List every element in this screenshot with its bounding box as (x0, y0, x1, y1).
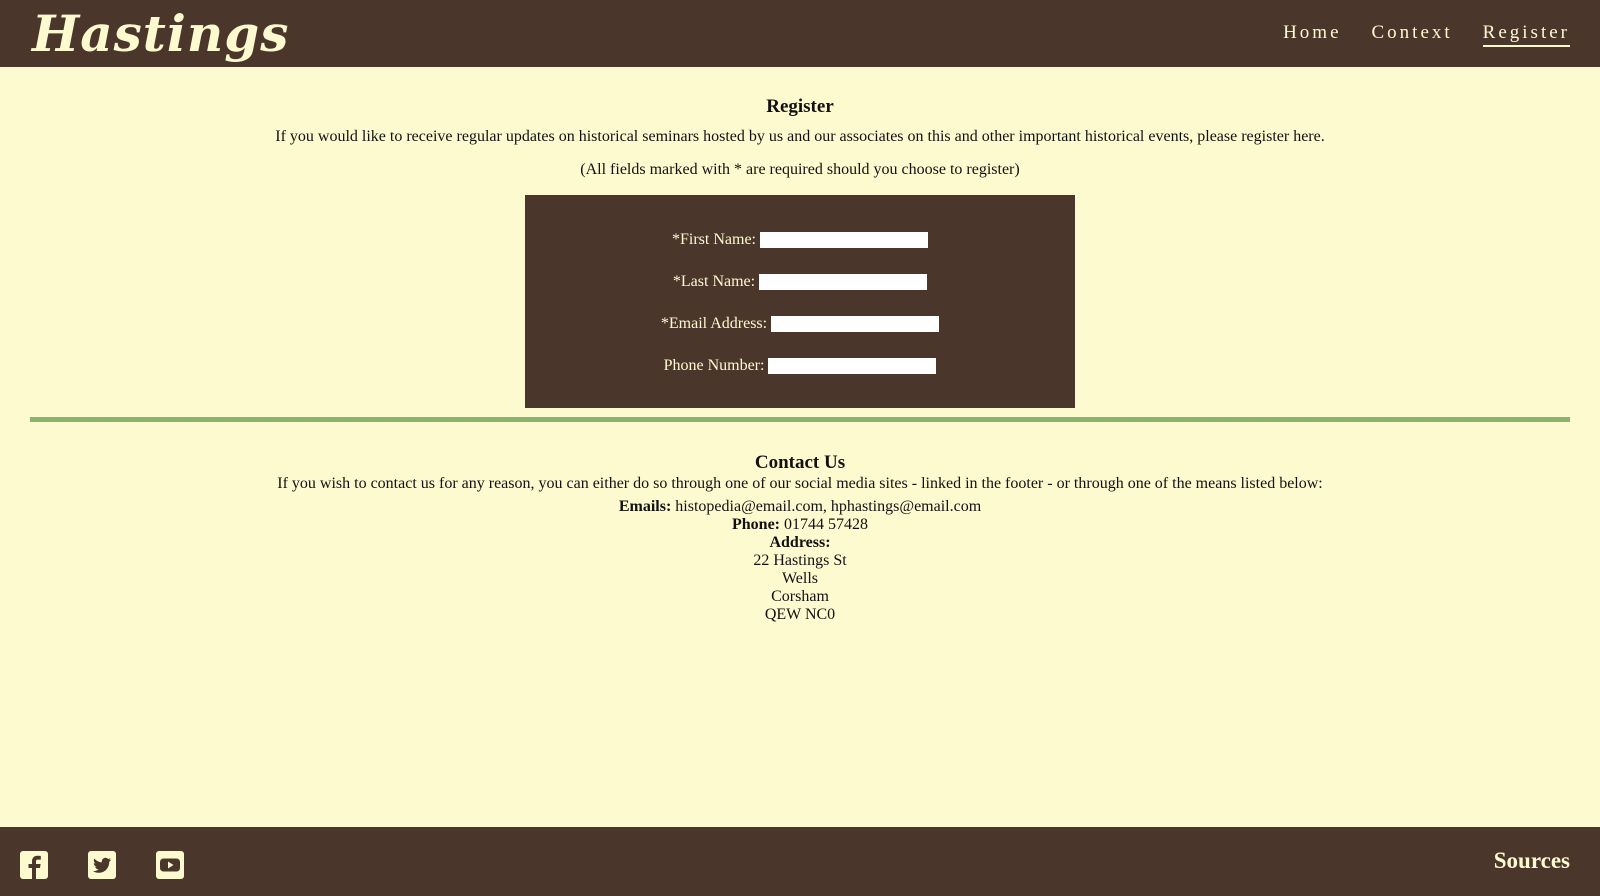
first-name-input[interactable] (760, 232, 928, 248)
last-name-label: *Last Name: (672, 273, 756, 290)
form-row-phone: Phone Number: (525, 357, 1075, 375)
register-intro: If you would like to receive regular upd… (275, 128, 1325, 145)
phone-value: 01744 57428 (784, 516, 868, 533)
sources-link[interactable]: Sources (1494, 848, 1570, 874)
contact-phone: Phone: 01744 57428 (0, 516, 1600, 534)
phone-input[interactable] (768, 358, 937, 374)
site-logo[interactable]: Hastings (32, 4, 289, 64)
address-line-3: Corsham (771, 588, 829, 605)
phone-label: Phone Number: (663, 357, 765, 374)
register-heading: Register (766, 96, 834, 117)
register-form: *First Name: *Last Name: *Email Address:… (525, 195, 1075, 408)
email-label: *Email Address: (660, 315, 768, 332)
facebook-icon[interactable] (19, 850, 49, 880)
form-row-last-name: *Last Name: (525, 273, 1075, 291)
email-input[interactable] (771, 316, 940, 332)
form-row-email: *Email Address: (525, 315, 1075, 333)
twitter-icon[interactable] (87, 850, 117, 880)
main-nav: Home Context Register (1283, 22, 1570, 47)
contact-intro: If you wish to contact us for any reason… (277, 475, 1323, 492)
nav-link-register[interactable]: Register (1482, 22, 1570, 47)
address-line-2: Wells (781, 570, 819, 587)
contact-heading: Contact Us (754, 452, 846, 473)
address-label: Address: (769, 534, 831, 551)
nav-link-context[interactable]: Context (1372, 22, 1453, 47)
first-name-label: *First Name: (672, 231, 756, 248)
emails-label: Emails: (618, 498, 672, 515)
register-note: (All fields marked with * are required s… (580, 161, 1020, 178)
address-line-4: QEW NC0 (764, 606, 836, 623)
last-name-input[interactable] (759, 274, 928, 290)
emails-value: histopedia@email.com, hphastings@email.c… (675, 498, 982, 515)
address-line-1: 22 Hastings St (753, 552, 847, 569)
phone-label-text: Phone: (732, 516, 780, 533)
section-divider (30, 417, 1570, 422)
contact-details: Emails: histopedia@email.com, hphastings… (0, 498, 1600, 624)
nav-link-home[interactable]: Home (1283, 22, 1341, 47)
site-header: Hastings Home Context Register (0, 0, 1600, 67)
site-footer: Sources (0, 827, 1600, 896)
form-row-first-name: *First Name: (525, 231, 1075, 249)
youtube-icon[interactable] (155, 850, 185, 880)
contact-emails: Emails: histopedia@email.com, hphastings… (0, 498, 1600, 516)
